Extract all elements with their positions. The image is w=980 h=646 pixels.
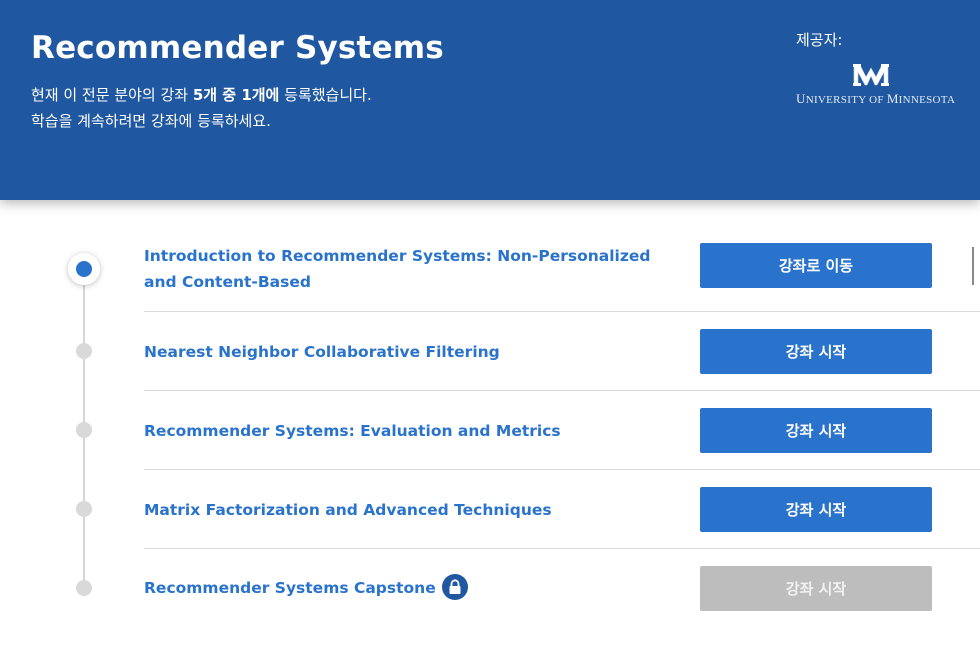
timeline-dot bbox=[76, 580, 92, 596]
provider-label: 제공자: bbox=[796, 31, 843, 49]
timeline-dot bbox=[76, 422, 92, 438]
start-course-button[interactable]: 강좌 시작 bbox=[700, 487, 932, 532]
university-logo[interactable]: UNIVERSITY OF MINNESOTA bbox=[796, 64, 956, 108]
course-title-link[interactable]: Nearest Neighbor Collaborative Filtering bbox=[144, 339, 664, 365]
lock-icon bbox=[441, 573, 468, 600]
enrollment-line-2: 학습을 계속하려면 강좌에 등록하세요. bbox=[31, 112, 271, 130]
university-name: UNIVERSITY OF MINNESOTA bbox=[796, 91, 956, 106]
specialization-header: Recommender Systems 현재 이 전문 분야의 강좌 5개 중 … bbox=[0, 0, 980, 200]
course-title-capstone[interactable]: Recommender Systems Capstone bbox=[144, 573, 664, 602]
row-divider bbox=[144, 469, 980, 470]
page-title: Recommender Systems bbox=[31, 30, 444, 66]
course-title-text: Recommender Systems Capstone bbox=[144, 579, 436, 597]
timeline-dot bbox=[76, 343, 92, 359]
start-course-button-disabled: 강좌 시작 bbox=[700, 566, 932, 611]
timeline-dot-active bbox=[68, 253, 100, 285]
enrollment-description: 현재 이 전문 분야의 강좌 5개 중 1개에 등록했습니다. 학습을 계속하려… bbox=[31, 82, 372, 134]
enrollment-line-1: 현재 이 전문 분야의 강좌 5개 중 1개에 등록했습니다. bbox=[31, 86, 372, 104]
enrollment-count: 5개 중 1개에 bbox=[192, 86, 280, 104]
edge-divider bbox=[972, 247, 974, 285]
start-course-button[interactable]: 강좌 시작 bbox=[700, 329, 932, 374]
row-divider bbox=[144, 390, 980, 391]
go-to-course-button[interactable]: 강좌로 이동 bbox=[700, 243, 932, 288]
row-divider bbox=[144, 311, 980, 312]
course-title-link[interactable]: Introduction to Recommender Systems: Non… bbox=[144, 243, 664, 295]
course-title-link[interactable]: Matrix Factorization and Advanced Techni… bbox=[144, 497, 664, 523]
university-logo-icon bbox=[853, 64, 889, 86]
course-title-link[interactable]: Recommender Systems: Evaluation and Metr… bbox=[144, 418, 664, 444]
row-divider bbox=[144, 548, 980, 549]
timeline-dot bbox=[76, 501, 92, 517]
start-course-button[interactable]: 강좌 시작 bbox=[700, 408, 932, 453]
